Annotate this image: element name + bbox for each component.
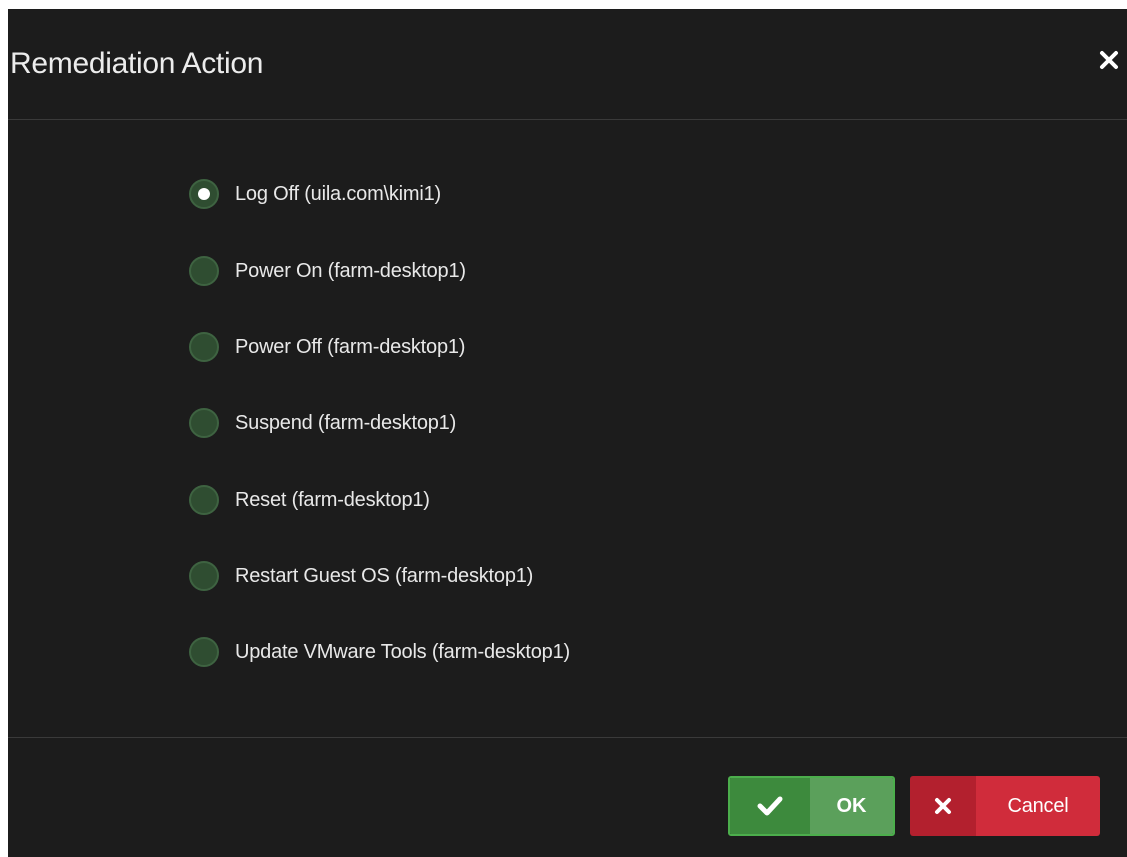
close-icon [1100,51,1118,69]
radio-reset[interactable] [189,485,219,515]
radio-restart-guest-os[interactable] [189,561,219,591]
dialog-footer: OK Cancel [8,737,1127,857]
option-restart-guest-os[interactable]: Restart Guest OS (farm-desktop1) [189,559,533,593]
radio-update-vmware-tools[interactable] [189,637,219,667]
option-label: Restart Guest OS (farm-desktop1) [235,564,534,587]
ok-icon-area [730,778,810,834]
dialog-header: Remediation Action [8,9,1127,120]
ok-button-label: OK [810,778,893,834]
option-update-vmware-tools[interactable]: Update VMware Tools (farm-desktop1) [189,635,570,669]
remediation-dialog: Remediation Action Log Off (uila.com\kim… [8,9,1127,857]
radio-power-on[interactable] [189,256,219,286]
option-power-on[interactable]: Power On (farm-desktop1) [189,254,466,288]
option-label: Power On (farm-desktop1) [235,259,466,282]
check-icon [757,796,783,816]
option-suspend[interactable]: Suspend (farm-desktop1) [189,406,456,440]
x-icon [935,798,951,814]
ok-button[interactable]: OK [728,776,895,836]
dialog-body: Log Off (uila.com\kimi1) Power On (farm-… [8,120,1127,737]
option-label: Update VMware Tools (farm-desktop1) [235,640,570,663]
option-power-off[interactable]: Power Off (farm-desktop1) [189,330,465,364]
option-reset[interactable]: Reset (farm-desktop1) [189,483,430,517]
option-log-off[interactable]: Log Off (uila.com\kimi1) [189,177,441,211]
option-label: Log Off (uila.com\kimi1) [235,182,442,205]
dialog-title: Remediation Action [10,47,264,80]
radio-suspend[interactable] [189,408,219,438]
option-label: Suspend (farm-desktop1) [235,411,457,434]
cancel-button-label: Cancel [976,776,1100,836]
radio-power-off[interactable] [189,332,219,362]
cancel-icon-area [910,776,976,836]
option-label: Reset (farm-desktop1) [235,488,430,511]
option-label: Power Off (farm-desktop1) [235,335,466,358]
close-button[interactable] [1097,48,1121,72]
cancel-button[interactable]: Cancel [910,776,1100,836]
radio-log-off[interactable] [189,179,219,209]
